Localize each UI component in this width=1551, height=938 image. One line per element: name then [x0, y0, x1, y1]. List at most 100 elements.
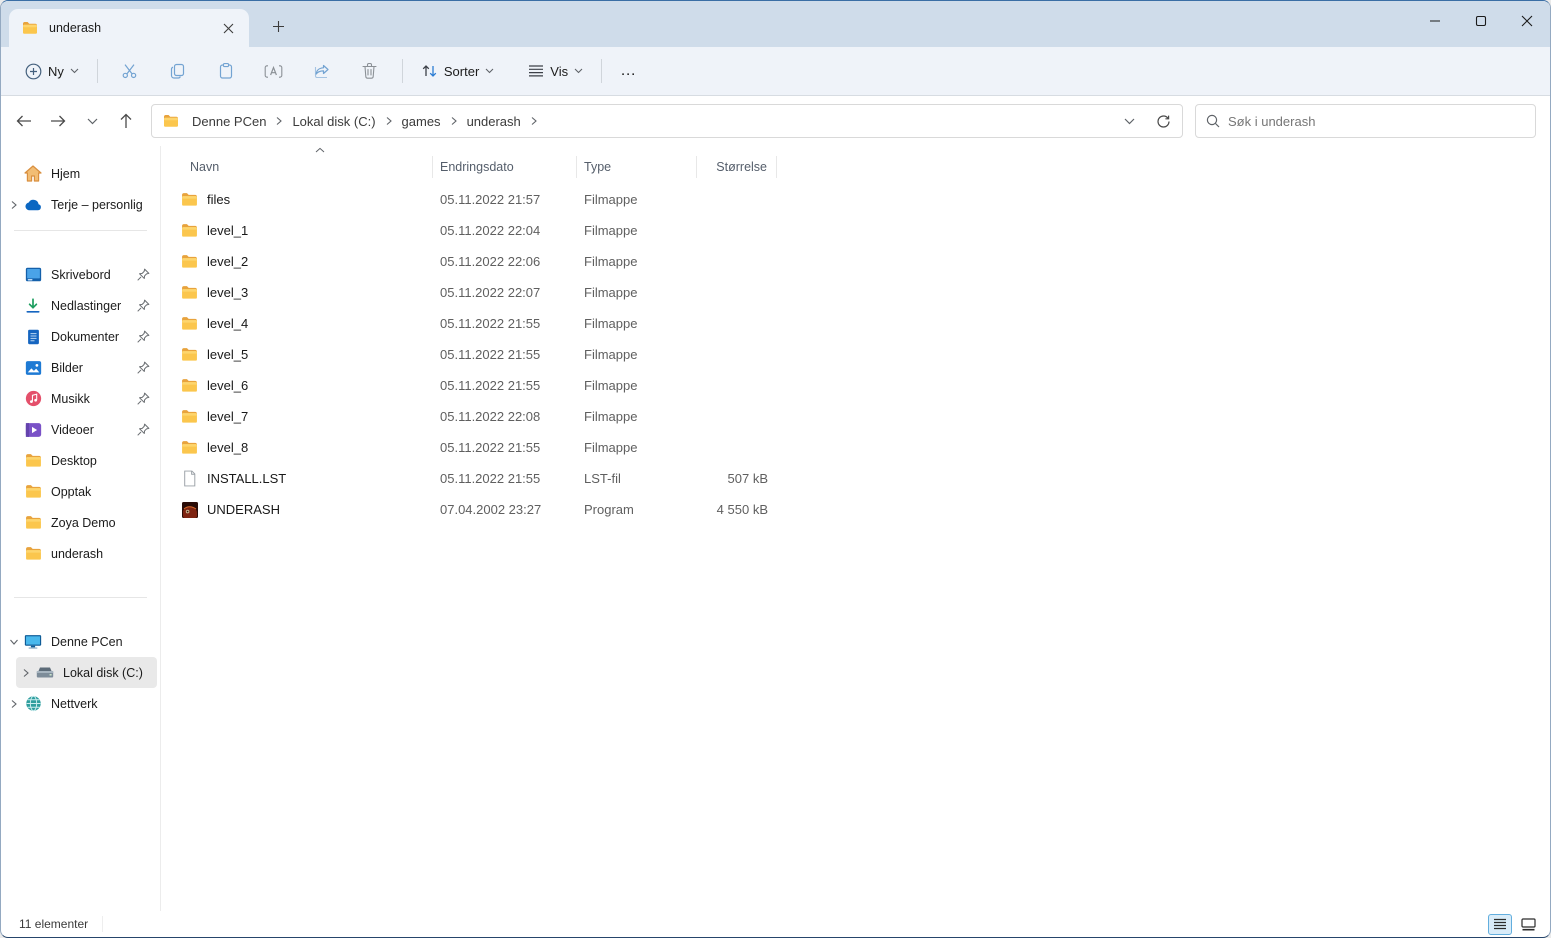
sidebar-item-label: Hjem	[51, 166, 81, 181]
file-row-level-5[interactable]: level_5 05.11.2022 21:55 Filmappe	[175, 339, 1550, 370]
more-options-button[interactable]: …	[610, 53, 647, 89]
sidebar-item-label: Bilder	[51, 360, 83, 375]
breadcrumb-separator-icon[interactable]	[447, 116, 461, 126]
file-row-level-6[interactable]: level_6 05.11.2022 21:55 Filmappe	[175, 370, 1550, 401]
file-row-level-2[interactable]: level_2 05.11.2022 22:06 Filmappe	[175, 246, 1550, 277]
sort-button[interactable]: Sorter	[411, 53, 504, 89]
breadcrumb-item[interactable]: games	[396, 111, 447, 132]
view-button[interactable]: Vis	[518, 53, 593, 89]
minimize-icon	[1429, 15, 1441, 27]
sidebar-item-zoya-demo[interactable]: Zoya Demo	[4, 507, 157, 538]
column-header-size[interactable]: Størrelse	[697, 156, 777, 178]
sidebar-item-denne-pcen[interactable]: Denne PCen	[4, 626, 157, 657]
sidebar-item-opptak[interactable]: Opptak	[4, 476, 157, 507]
pin-icon	[135, 360, 151, 376]
chevron-right-icon[interactable]	[4, 200, 24, 210]
rename-button[interactable]	[250, 53, 298, 89]
file-type: Filmappe	[584, 285, 638, 300]
sidebar-item-nettverk[interactable]: Nettverk	[4, 688, 157, 719]
sidebar-top-section: Hjem Terje – personlig	[4, 158, 157, 220]
sidebar-item-nedlastinger[interactable]: Nedlastinger	[4, 290, 157, 321]
tab-underash[interactable]: underash	[9, 9, 249, 47]
details-view-button[interactable]	[1488, 913, 1512, 935]
file-row-level-4[interactable]: level_4 05.11.2022 21:55 Filmappe	[175, 308, 1550, 339]
file-size: 507 kB	[727, 471, 768, 486]
sidebar-item-hjem[interactable]: Hjem	[4, 158, 157, 189]
file-row-install-lst[interactable]: INSTALL.LST 05.11.2022 21:55 LST-fil 507 kB	[175, 463, 1550, 494]
back-button[interactable]	[7, 104, 41, 138]
address-dropdown-button[interactable]	[1114, 107, 1144, 135]
file-row-underash[interactable]: UNDERASH 07.04.2002 23:27 Program 4 550 kB	[175, 494, 1550, 525]
breadcrumb-separator-icon[interactable]	[527, 116, 541, 126]
sidebar-item-lokal-disk-c-[interactable]: Lokal disk (C:)	[16, 657, 157, 688]
maximize-button[interactable]	[1458, 1, 1504, 41]
music-icon	[24, 390, 42, 408]
delete-button[interactable]	[346, 53, 394, 89]
command-toolbar: Ny Sorter Vis …	[1, 47, 1550, 96]
sidebar-item-label: underash	[51, 546, 104, 561]
app-icon	[181, 501, 198, 518]
drive-icon	[36, 664, 54, 682]
sidebar-item-terje-personlig[interactable]: Terje – personlig	[4, 189, 157, 220]
folder-icon	[21, 19, 39, 37]
sidebar-item-label: Musikk	[51, 391, 90, 406]
new-button[interactable]: Ny	[15, 53, 89, 89]
sidebar-item-desktop[interactable]: Desktop	[4, 445, 157, 476]
share-icon	[313, 62, 331, 80]
column-header-type[interactable]: Type	[577, 156, 697, 178]
file-row-level-1[interactable]: level_1 05.11.2022 22:04 Filmappe	[175, 215, 1550, 246]
search-input[interactable]	[1228, 113, 1525, 129]
minimize-button[interactable]	[1412, 1, 1458, 41]
breadcrumb-separator-icon[interactable]	[272, 116, 286, 126]
forward-button[interactable]	[41, 104, 75, 138]
file-type: Filmappe	[584, 378, 638, 393]
folder-icon	[181, 439, 198, 456]
sidebar-item-dokumenter[interactable]: Dokumenter	[4, 321, 157, 352]
file-date: 05.11.2022 21:57	[440, 192, 541, 207]
recent-locations-button[interactable]	[75, 104, 109, 138]
paste-button[interactable]	[202, 53, 250, 89]
breadcrumb-item[interactable]: Lokal disk (C:)	[286, 111, 381, 132]
sort-ascending-icon	[315, 147, 325, 153]
search-box	[1195, 104, 1536, 138]
folder-icon	[24, 545, 42, 563]
sidebar-item-videoer[interactable]: Videoer	[4, 414, 157, 445]
breadcrumb-item[interactable]: underash	[461, 111, 527, 132]
sidebar-item-underash[interactable]: underash	[4, 538, 157, 569]
address-bar[interactable]: Denne PCen Lokal disk (C:) games underash	[151, 104, 1183, 138]
desktop-icon	[24, 266, 42, 284]
copy-button[interactable]	[154, 53, 202, 89]
column-header-date[interactable]: Endringsdato	[433, 156, 577, 178]
sidebar-item-musikk[interactable]: Musikk	[4, 383, 157, 414]
file-row-level-8[interactable]: level_8 05.11.2022 21:55 Filmappe	[175, 432, 1550, 463]
file-row-level-7[interactable]: level_7 05.11.2022 22:08 Filmappe	[175, 401, 1550, 432]
arrow-right-icon	[50, 114, 66, 128]
file-type: Filmappe	[584, 347, 638, 362]
file-name: level_1	[207, 223, 249, 238]
new-tab-button[interactable]	[263, 11, 293, 41]
pin-icon	[135, 267, 151, 283]
file-date: 05.11.2022 22:04	[440, 223, 541, 238]
cut-button[interactable]	[106, 53, 154, 89]
close-window-button[interactable]	[1504, 1, 1550, 41]
column-header-name[interactable]: Navn	[175, 147, 433, 178]
tab-close-button[interactable]	[215, 15, 241, 41]
toolbar-divider	[96, 59, 98, 83]
folder-icon	[24, 452, 42, 470]
sidebar-item-label: Nedlastinger	[51, 298, 122, 313]
share-button[interactable]	[298, 53, 346, 89]
file-date: 05.11.2022 22:08	[440, 409, 541, 424]
large-icons-view-button[interactable]	[1516, 914, 1540, 935]
refresh-button[interactable]	[1148, 107, 1178, 135]
file-row-level-3[interactable]: level_3 05.11.2022 22:07 Filmappe	[175, 277, 1550, 308]
breadcrumb-item[interactable]: Denne PCen	[186, 111, 272, 132]
sidebar-item-bilder[interactable]: Bilder	[4, 352, 157, 383]
sidebar-item-skrivebord[interactable]: Skrivebord	[4, 259, 157, 290]
breadcrumb-separator-icon[interactable]	[382, 116, 396, 126]
file-row-files[interactable]: files 05.11.2022 21:57 Filmappe	[175, 184, 1550, 215]
chevron-right-icon[interactable]	[16, 668, 36, 678]
onedrive-icon	[24, 196, 42, 214]
up-button[interactable]	[109, 104, 143, 138]
chevron-right-icon[interactable]	[4, 699, 24, 709]
chevron-down-icon[interactable]	[4, 637, 24, 647]
